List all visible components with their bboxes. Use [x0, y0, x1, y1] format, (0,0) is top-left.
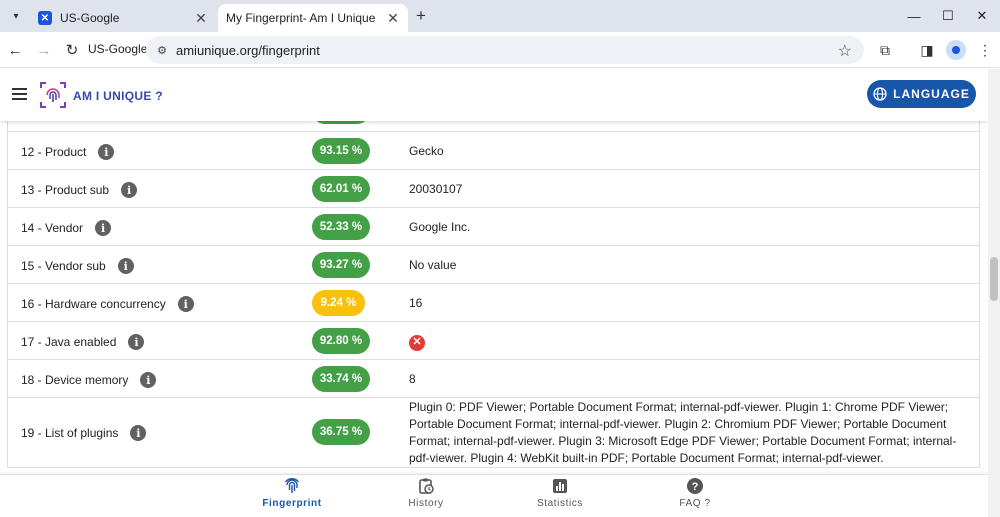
globe-icon [873, 87, 887, 101]
statistics-icon [553, 479, 567, 493]
percent-badge: 52.33 % [312, 214, 370, 240]
table-row: 13 - Product sub i 62.01 % 20030107 [8, 170, 979, 208]
attribute-name: 16 - Hardware concurrency i [21, 296, 194, 312]
info-icon[interactable]: i [95, 220, 112, 236]
close-window-icon[interactable]: ✕ [972, 6, 992, 26]
side-panel-icon[interactable]: ◨ [917, 40, 937, 60]
table-row: 18 - Device memory i 33.74 % 8 [8, 360, 979, 398]
percent-badge: 9.24 % [312, 290, 365, 316]
info-icon[interactable]: i [177, 296, 194, 312]
forward-icon[interactable]: → [34, 40, 54, 60]
tab-us-google[interactable]: ✕ US-Google ✕ [30, 4, 216, 32]
nav-faq[interactable]: ? FAQ ? [650, 477, 740, 509]
fingerprint-icon [284, 478, 300, 493]
new-tab-icon[interactable]: + [412, 6, 430, 25]
nav-label: History [408, 498, 444, 509]
tab-title: US-Google [60, 11, 120, 25]
x-circle-icon: ✕ [409, 334, 425, 351]
percent-badge: 33.74 % [312, 366, 370, 392]
table-row: 12 - Product i 93.15 % Gecko [8, 132, 979, 170]
site-header: AM I UNIQUE ? LANGUAGE [0, 69, 988, 121]
table-row: 15 - Vendor sub i 93.27 % No value [8, 246, 979, 284]
web-page: AM I UNIQUE ? LANGUAGE 12 - Product i 93.… [0, 69, 988, 517]
attribute-name: 19 - List of plugins i [21, 425, 147, 441]
hamburger-menu-icon[interactable] [12, 88, 27, 100]
attribute-name: 12 - Product i [21, 144, 115, 160]
fingerprint-logo-icon[interactable] [39, 80, 67, 110]
extensions-icon[interactable]: ⧉ [875, 40, 895, 60]
info-icon[interactable]: i [121, 182, 138, 198]
percent-badge: 62.01 % [312, 176, 370, 202]
tab-strip: ▾ ✕ US-Google ✕ My Fingerprint- Am I Uni… [0, 0, 1000, 87]
percent-badge: 93.27 % [312, 252, 370, 278]
close-tab-icon[interactable]: ✕ [192, 9, 210, 27]
svg-text:?: ? [692, 481, 699, 493]
language-label: LANGUAGE [893, 87, 970, 101]
url-text[interactable]: amiunique.org/fingerprint [176, 43, 320, 58]
tab-title: My Fingerprint- Am I Unique [226, 11, 376, 25]
address-bar[interactable]: ⚙ amiunique.org/fingerprint ☆ [146, 36, 864, 64]
page-scrollbar[interactable] [988, 69, 1000, 517]
profile-avatar-icon[interactable] [946, 40, 966, 60]
history-icon [419, 478, 434, 494]
back-icon[interactable]: ← [5, 40, 25, 60]
logo-text[interactable]: AM I UNIQUE ? [73, 89, 163, 103]
tab-my-fingerprint[interactable]: My Fingerprint- Am I Unique ✕ [218, 4, 408, 87]
table-row: 14 - Vendor i 52.33 % Google Inc. [8, 208, 979, 246]
bottom-navigation: Fingerprint History Statistics ? FAQ ? [0, 474, 988, 517]
more-menu-icon[interactable]: ⋮ [975, 40, 995, 60]
nav-statistics[interactable]: Statistics [515, 477, 605, 509]
table-row: 19 - List of plugins i 36.75 % Plugin 0: … [8, 398, 979, 468]
attribute-value: 8 [409, 372, 416, 386]
scrollbar-thumb[interactable] [990, 257, 998, 301]
attribute-name: 15 - Vendor sub i [21, 258, 134, 274]
tab-search-icon[interactable]: ▾ [6, 6, 26, 26]
fingerprint-table: 12 - Product i 93.15 % Gecko 13 - Product… [7, 98, 980, 468]
bookmark-star-icon[interactable]: ☆ [838, 41, 852, 61]
browser-toolbar: ← → ↻ US-Google ⚙ amiunique.org/fingerpr… [0, 32, 1000, 68]
attribute-value: ✕ [409, 333, 425, 351]
attribute-value: Plugin 0: PDF Viewer; Portable Document … [409, 400, 957, 465]
info-icon[interactable]: i [140, 372, 157, 388]
attribute-name: 13 - Product sub i [21, 182, 138, 198]
info-icon[interactable]: i [130, 425, 147, 441]
nav-history[interactable]: History [381, 477, 471, 509]
nav-fingerprint[interactable]: Fingerprint [247, 477, 337, 509]
percent-badge: 93.15 % [312, 138, 370, 164]
attribute-name: 18 - Device memory i [21, 372, 157, 388]
nav-label: Fingerprint [262, 498, 322, 509]
attribute-name: 14 - Vendor i [21, 220, 112, 236]
attribute-value: 20030107 [409, 182, 463, 196]
table-row: 16 - Hardware concurrency i 9.24 % 16 [8, 284, 979, 322]
google-favicon-icon: ✕ [38, 11, 52, 25]
language-button[interactable]: LANGUAGE [867, 80, 976, 108]
help-icon: ? [687, 478, 703, 494]
info-icon[interactable]: i [98, 144, 115, 160]
profile-label: US-Google [88, 42, 148, 56]
attribute-value: 16 [409, 296, 423, 310]
info-icon[interactable]: i [117, 258, 134, 274]
percent-badge: 36.75 % [312, 419, 370, 445]
minimize-icon[interactable]: — [904, 6, 924, 26]
attribute-value: Gecko [409, 144, 444, 158]
close-tab-icon[interactable]: ✕ [384, 9, 402, 27]
attribute-value: No value [409, 258, 457, 272]
attribute-name: 17 - Java enabled i [21, 334, 145, 350]
percent-badge: 92.80 % [312, 328, 370, 354]
reload-icon[interactable]: ↻ [62, 40, 82, 60]
info-icon[interactable]: i [128, 334, 145, 350]
nav-label: Statistics [536, 498, 583, 509]
site-info-icon[interactable]: ⚙ [154, 42, 170, 58]
nav-label: FAQ ? [679, 498, 711, 509]
table-row: 17 - Java enabled i 92.80 % ✕ [8, 322, 979, 360]
attribute-value: Google Inc. [409, 220, 471, 234]
maximize-icon[interactable]: ☐ [938, 6, 958, 26]
